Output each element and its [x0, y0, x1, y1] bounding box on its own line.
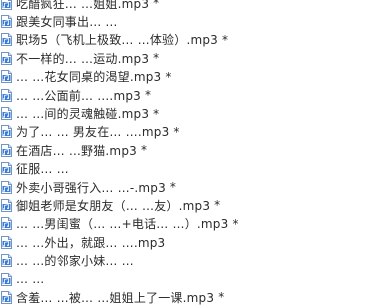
file-name: … …的邻家小妹… …: [16, 254, 134, 269]
file-name: … …花女同桌的渴望.mp3: [16, 70, 162, 85]
audio-file-icon: [1, 290, 12, 304]
modified-marker: *: [222, 32, 229, 47]
audio-file-icon: [1, 15, 12, 29]
audio-file-icon: [1, 198, 12, 212]
file-list-item[interactable]: 在酒店… …野猫.mp3 *: [0, 141, 380, 159]
file-name: 不一样的… …运动.mp3: [16, 51, 150, 66]
file-list-item[interactable]: … …外出，就跟… ….mp3: [0, 233, 380, 251]
audio-file-icon: [1, 254, 12, 268]
file-name: 在酒店… …野猫.mp3: [16, 143, 137, 158]
audio-file-icon: [1, 180, 12, 194]
audio-file-icon: [1, 143, 12, 157]
file-list-item[interactable]: … …: [0, 270, 380, 288]
file-name: … …男闺蜜（… …+电话… …）.mp3: [16, 217, 229, 232]
modified-marker: *: [214, 198, 221, 213]
file-name: 含羞… …被… …姐姐上了一课.mp3: [16, 290, 215, 305]
file-name: … …公面前… ….mp3: [16, 88, 141, 103]
audio-file-icon: [1, 217, 12, 231]
audio-file-icon: [1, 33, 12, 47]
file-list-item[interactable]: 不一样的… …运动.mp3 *: [0, 49, 380, 67]
modified-marker: *: [145, 88, 151, 103]
file-name: 跟美女同事出… …: [16, 15, 118, 30]
file-name: 为了… … 男友在… ….mp3: [16, 125, 170, 140]
file-list-item[interactable]: 征服… …: [0, 160, 380, 178]
file-name: 外卖小哥强行入… …-.mp3: [16, 180, 166, 195]
audio-file-icon: [1, 272, 12, 286]
audio-file-icon: [1, 125, 12, 139]
modified-marker: *: [169, 180, 176, 195]
modified-marker: *: [153, 0, 160, 11]
file-list-item[interactable]: … …的邻家小妹… …: [0, 251, 380, 269]
file-name: … …间的灵魂触碰.mp3: [16, 107, 150, 122]
file-name: 御姐老师是女朋友（… …友）.mp3: [16, 198, 211, 213]
modified-marker: *: [232, 216, 239, 231]
file-list-item[interactable]: … …间的灵魂触碰.mp3 *: [0, 104, 380, 122]
file-name: 征服… …: [16, 162, 69, 177]
file-list: 吃醋疯狂… …姐姐.mp3 * 跟美女同事出… … 职场5（飞机上极致… …体验…: [0, 0, 380, 307]
audio-file-icon: [1, 162, 12, 176]
modified-marker: *: [173, 124, 180, 139]
modified-marker: *: [165, 69, 172, 84]
file-list-item[interactable]: … …花女同桌的渴望.mp3 *: [0, 68, 380, 86]
file-name: … …: [16, 272, 45, 287]
file-list-item[interactable]: 职场5（飞机上极致… …体验）.mp3 *: [0, 31, 380, 49]
file-name: 职场5（飞机上极致… …体验）.mp3: [16, 33, 219, 48]
audio-file-icon: [1, 0, 12, 10]
file-list-item[interactable]: … …男闺蜜（… …+电话… …）.mp3 *: [0, 215, 380, 233]
modified-marker: *: [153, 51, 160, 66]
modified-marker: *: [153, 106, 160, 121]
file-list-item[interactable]: 吃醋疯狂… …姐姐.mp3 *: [0, 0, 380, 12]
file-list-item[interactable]: 为了… … 男友在… ….mp3 *: [0, 123, 380, 141]
audio-file-icon: [1, 235, 12, 249]
audio-file-icon: [1, 70, 12, 84]
file-name: … …外出，就跟… ….mp3: [16, 235, 166, 250]
audio-file-icon: [1, 88, 12, 102]
modified-marker: *: [218, 290, 225, 305]
modified-marker: *: [140, 143, 147, 158]
file-list-item[interactable]: 御姐老师是女朋友（… …友）.mp3 *: [0, 196, 380, 214]
file-list-item[interactable]: 外卖小哥强行入… …-.mp3 *: [0, 178, 380, 196]
file-list-item[interactable]: 跟美女同事出… …: [0, 12, 380, 30]
audio-file-icon: [1, 107, 12, 121]
file-list-item[interactable]: 含羞… …被… …姐姐上了一课.mp3 *: [0, 288, 380, 306]
file-list-item[interactable]: … …公面前… ….mp3 *: [0, 86, 380, 104]
audio-file-icon: [1, 51, 12, 65]
file-name: 吃醋疯狂… …姐姐.mp3: [16, 0, 150, 11]
